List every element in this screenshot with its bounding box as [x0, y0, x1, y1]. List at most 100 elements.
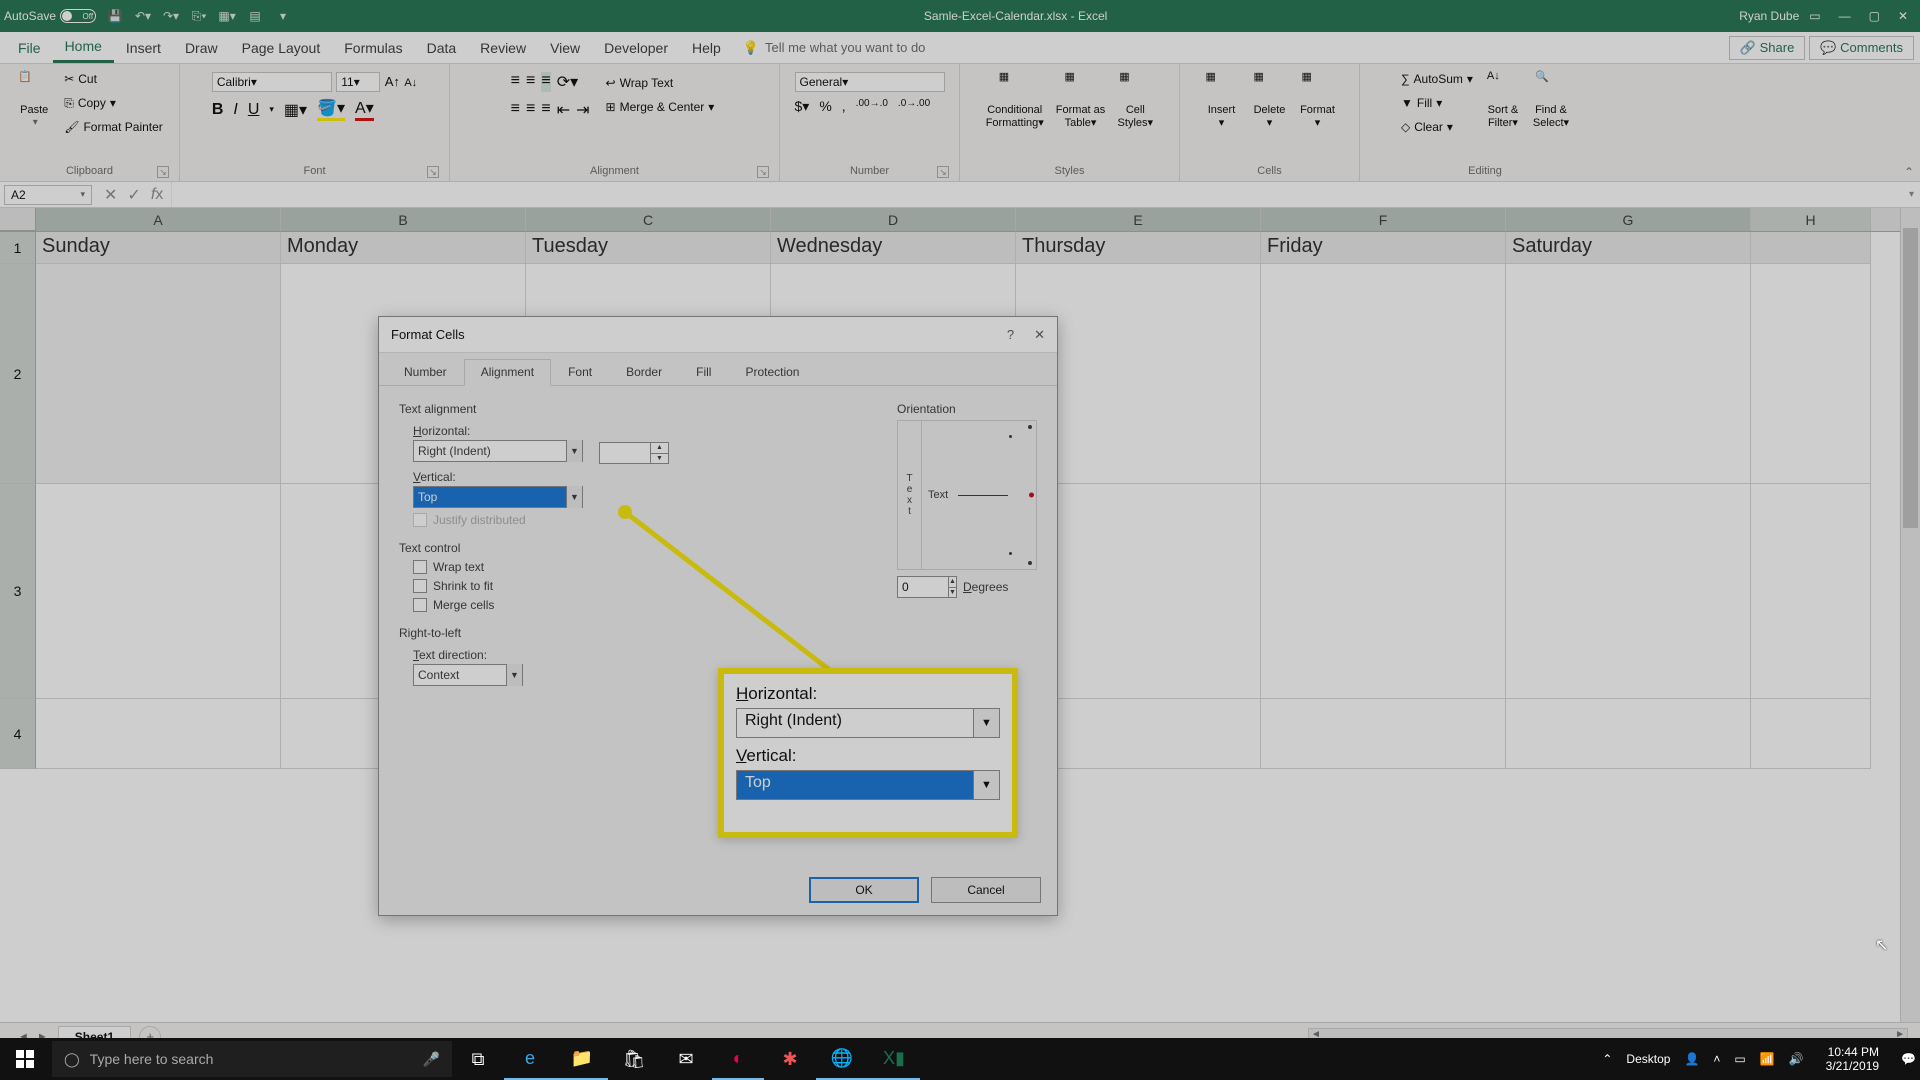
wifi-icon[interactable]: 📶 [1760, 1052, 1775, 1066]
cell-F4[interactable] [1261, 699, 1506, 769]
cell-C1[interactable]: Tuesday [526, 232, 771, 264]
delete-cells-button[interactable]: ▦Delete▾ [1248, 68, 1292, 131]
tab-insert[interactable]: Insert [114, 34, 173, 62]
collapse-ribbon-icon[interactable]: ⌃ [1904, 165, 1914, 179]
qat-icon-3[interactable]: ▤ [246, 7, 264, 25]
fx-icon[interactable]: fx [151, 186, 163, 204]
chevron-down-icon[interactable]: ▼ [506, 664, 522, 686]
cell-F2[interactable] [1261, 264, 1506, 484]
tab-draw[interactable]: Draw [173, 34, 230, 62]
dialog-tab-border[interactable]: Border [609, 359, 679, 385]
align-bottom-icon[interactable]: ≡ [541, 72, 550, 92]
start-button[interactable] [0, 1038, 50, 1080]
spin-up-icon[interactable]: ▲ [949, 577, 956, 588]
battery-icon[interactable]: ▭ [1734, 1052, 1745, 1066]
row-header-3[interactable]: 3 [0, 484, 36, 699]
degrees-input[interactable] [898, 577, 948, 597]
cell-H4[interactable] [1751, 699, 1871, 769]
row-header-1[interactable]: 1 [0, 232, 36, 264]
cell-B1[interactable]: Monday [281, 232, 526, 264]
indent-input[interactable] [600, 443, 650, 463]
font-color-button[interactable]: A▾ [355, 98, 374, 121]
formula-input[interactable] [171, 182, 1903, 207]
increase-indent-icon[interactable]: ⇥ [576, 100, 589, 120]
align-left-icon[interactable]: ≡ [511, 100, 520, 120]
wrap-text-button[interactable]: ↩ Wrap Text [602, 72, 719, 94]
share-button[interactable]: 🔗 Share [1729, 36, 1806, 60]
bold-button[interactable]: B [212, 101, 224, 119]
align-center-icon[interactable]: ≡ [526, 100, 535, 120]
paste-button[interactable]: 📋 Paste [12, 68, 56, 130]
ok-button[interactable]: OK [809, 877, 919, 903]
qat-icon-1[interactable]: ⎘▾ [190, 7, 208, 25]
tab-formulas[interactable]: Formulas [332, 34, 414, 62]
row-header-2[interactable]: 2 [0, 264, 36, 484]
tray-up-icon[interactable]: ˄ [1713, 1052, 1720, 1066]
spin-down-icon[interactable]: ▼ [949, 588, 956, 598]
cell-F1[interactable]: Friday [1261, 232, 1506, 264]
comments-button[interactable]: 💬 Comments [1809, 36, 1914, 60]
format-cells-button[interactable]: ▦Format▾ [1296, 68, 1340, 131]
increase-decimal-icon[interactable]: .00→.0 [856, 98, 888, 115]
cell-styles-button[interactable]: ▦CellStyles▾ [1113, 68, 1157, 131]
cell-F3[interactable] [1261, 484, 1506, 699]
col-header-B[interactable]: B [281, 208, 526, 231]
clear-button[interactable]: ◇ Clear ▾ [1397, 116, 1477, 138]
taskbar-search[interactable]: ◯ Type here to search 🎤 [52, 1041, 452, 1077]
dialog-tab-fill[interactable]: Fill [679, 359, 728, 385]
merge-cells-checkbox[interactable]: Merge cells [413, 598, 867, 612]
merge-center-button[interactable]: ⊞ Merge & Center ▾ [602, 96, 719, 118]
format-as-table-button[interactable]: ▦Format asTable▾ [1052, 68, 1110, 131]
qat-icon-2[interactable]: ▦▾ [218, 7, 236, 25]
indent-spinner[interactable]: ▲▼ [599, 442, 669, 464]
spin-up-icon[interactable]: ▲ [651, 443, 668, 454]
orientation-icon[interactable]: ⟳▾ [557, 72, 578, 92]
horizontal-select[interactable]: Right (Indent)▼ [413, 440, 583, 462]
close-icon[interactable]: ✕ [1898, 9, 1908, 23]
align-top-icon[interactable]: ≡ [511, 72, 520, 92]
vivaldi-icon[interactable]: ◐ [712, 1038, 764, 1080]
chevron-down-icon[interactable]: ▼ [566, 486, 582, 508]
tab-developer[interactable]: Developer [592, 34, 680, 62]
cell-A2[interactable] [36, 264, 281, 484]
desktop-label[interactable]: Desktop [1626, 1052, 1670, 1066]
sort-filter-button[interactable]: A↓Sort &Filter▾ [1481, 68, 1525, 131]
vertical-select[interactable]: Top▼ [413, 486, 583, 508]
degrees-spinner[interactable]: ▲▼ [897, 576, 957, 598]
mail-icon[interactable]: ✉ [660, 1038, 712, 1080]
align-right-icon[interactable]: ≡ [541, 100, 550, 120]
insert-cells-button[interactable]: ▦Insert▾ [1200, 68, 1244, 131]
save-icon[interactable]: 💾 [106, 7, 124, 25]
format-painter-button[interactable]: 🖌 Format Painter [60, 116, 167, 138]
maximize-icon[interactable]: ▢ [1869, 9, 1880, 23]
redo-icon[interactable]: ↷▾ [162, 7, 180, 25]
font-launcher-icon[interactable]: ↘ [427, 166, 439, 178]
autosave-switch[interactable]: Off [60, 9, 96, 23]
cell-G3[interactable] [1506, 484, 1751, 699]
border-button[interactable]: ▦▾ [284, 100, 307, 120]
dialog-help-icon[interactable]: ? [1007, 327, 1014, 343]
cell-G1[interactable]: Saturday [1506, 232, 1751, 264]
fill-button[interactable]: ▼ Fill ▾ [1397, 92, 1477, 114]
app-icon-1[interactable]: ✱ [764, 1038, 816, 1080]
tell-me-search[interactable]: 💡 Tell me what you want to do [743, 40, 1729, 56]
font-name-select[interactable]: Calibri ▾ [212, 72, 332, 92]
undo-icon[interactable]: ↶▾ [134, 7, 152, 25]
cell-E1[interactable]: Thursday [1016, 232, 1261, 264]
cell-D1[interactable]: Wednesday [771, 232, 1016, 264]
cell-H1[interactable] [1751, 232, 1871, 264]
col-header-G[interactable]: G [1506, 208, 1751, 231]
edge-icon[interactable]: e [504, 1038, 556, 1080]
cell-G4[interactable] [1506, 699, 1751, 769]
tab-page-layout[interactable]: Page Layout [230, 34, 333, 62]
clock[interactable]: 10:44 PM 3/21/2019 [1818, 1045, 1887, 1073]
select-all-corner[interactable] [0, 208, 36, 231]
accounting-icon[interactable]: $▾ [795, 98, 810, 115]
copy-button[interactable]: ⎘ Copy ▾ [60, 92, 167, 114]
name-box[interactable]: A2▾ [4, 185, 92, 205]
dialog-tab-alignment[interactable]: Alignment [464, 359, 551, 386]
cell-H3[interactable] [1751, 484, 1871, 699]
user-menu-icon[interactable]: ▭ [1809, 9, 1820, 23]
tab-home[interactable]: Home [53, 32, 114, 63]
notifications-icon[interactable]: 💬 [1901, 1052, 1916, 1066]
